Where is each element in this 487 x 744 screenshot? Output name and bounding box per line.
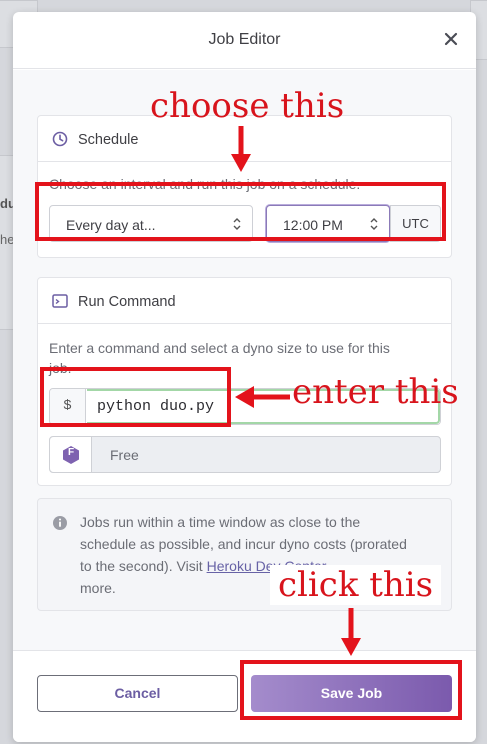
run-command-heading: Run Command	[78, 294, 176, 310]
modal-title: Job Editor	[208, 31, 281, 48]
dyno-size-value: Free	[110, 447, 139, 463]
annotation-left-arrow	[235, 386, 290, 408]
annotation-down-arrow	[341, 608, 361, 656]
cancel-button[interactable]: Cancel	[37, 675, 238, 712]
annotation-choose-text: choose this	[150, 86, 345, 126]
annotation-box-save	[240, 660, 462, 720]
dyno-size-select[interactable]: F Free	[49, 436, 441, 473]
modal-header: Job Editor	[13, 12, 476, 69]
close-icon[interactable]	[440, 28, 462, 50]
info-line-prefix: to the second). Visit	[80, 558, 207, 574]
clock-icon	[52, 131, 68, 147]
annotation-box-command	[40, 367, 231, 427]
annotation-enter-text: enter this	[292, 372, 459, 412]
annotation-down-arrow	[231, 126, 251, 172]
terminal-icon	[52, 294, 68, 308]
run-command-header: Run Command	[38, 278, 451, 324]
dyno-badge-letter: F	[67, 447, 75, 458]
schedule-heading: Schedule	[78, 132, 139, 148]
info-line: schedule as possible, and incur dyno cos…	[80, 536, 407, 552]
info-icon	[53, 516, 67, 530]
annotation-box-schedule	[35, 182, 446, 241]
annotation-click-text: click this	[270, 565, 442, 605]
info-line: Jobs run within a time window as close t…	[80, 514, 361, 530]
dyno-badge: F	[50, 437, 92, 472]
run-command-description-line: Enter a command and select a dyno size t…	[49, 340, 390, 356]
